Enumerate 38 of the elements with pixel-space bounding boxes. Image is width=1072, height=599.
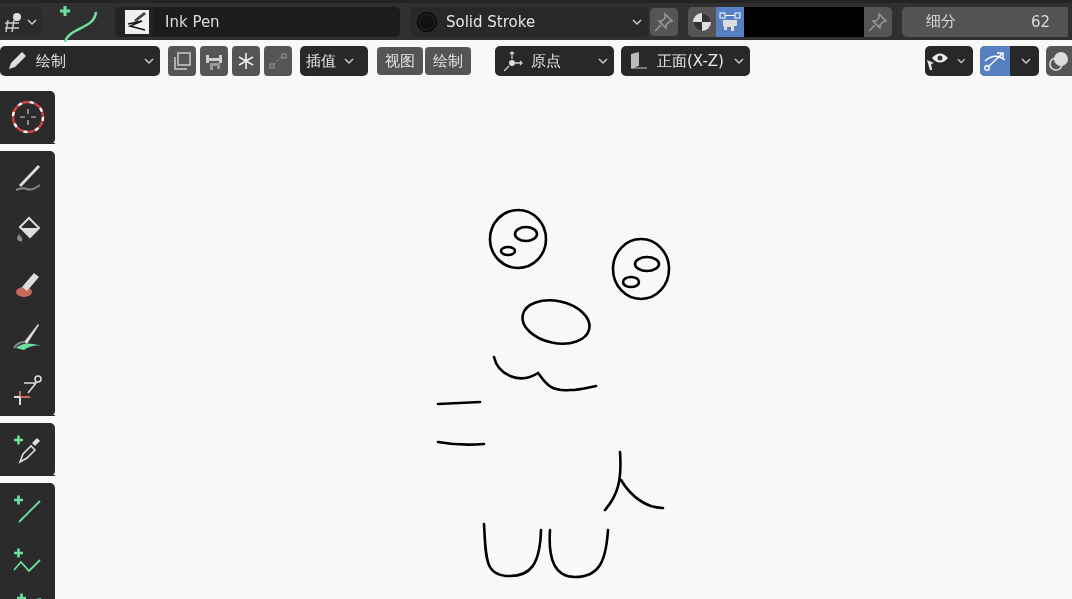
material-dropdown[interactable]: Solid Stroke <box>410 6 648 37</box>
multiframe-button[interactable] <box>168 46 196 76</box>
snap-dropdown[interactable] <box>980 46 1039 76</box>
menu-button[interactable]: 绘制 <box>425 47 471 75</box>
cursor-icon <box>9 99 46 135</box>
overlay-icon <box>1048 50 1070 72</box>
pin-icon <box>868 11 888 32</box>
caret-icon <box>632 17 642 26</box>
vertex-color-button[interactable] <box>716 6 744 37</box>
pivot-icon <box>501 50 523 72</box>
pivot-dropdown[interactable]: 原点 <box>495 46 614 76</box>
sphere-icon <box>416 10 438 33</box>
caret-icon <box>1021 57 1031 65</box>
vertex-paint-icon <box>719 10 741 33</box>
snowflake-icon <box>236 51 256 71</box>
visibility-dropdown[interactable] <box>925 46 973 76</box>
caret-icon <box>144 57 154 65</box>
pin-button[interactable] <box>650 7 678 36</box>
guides-button[interactable] <box>200 46 228 76</box>
view-dropdown[interactable]: 正面(X-Z) <box>621 46 750 76</box>
mode-dropdown[interactable]: 绘制 <box>0 46 160 76</box>
color-swatch[interactable] <box>744 6 864 37</box>
snap-curve-icon <box>983 50 1007 72</box>
caret-icon <box>734 57 744 65</box>
pin-icon <box>654 11 674 32</box>
dashed-line-icon <box>268 51 288 71</box>
brush-icon <box>125 9 149 34</box>
overlay-button[interactable] <box>1046 46 1072 76</box>
menu-button[interactable]: 视图 <box>377 47 423 75</box>
caret-icon <box>344 57 354 65</box>
caret-icon <box>956 57 965 65</box>
pencil-icon <box>6 50 28 72</box>
caret-icon <box>27 17 37 26</box>
layers-icon <box>172 51 192 71</box>
caret-icon <box>598 57 608 65</box>
snowflake-button[interactable] <box>232 46 260 76</box>
interpolate-dropdown[interactable]: 插值 <box>300 46 368 76</box>
object-mode-dropdown[interactable] <box>0 6 42 37</box>
